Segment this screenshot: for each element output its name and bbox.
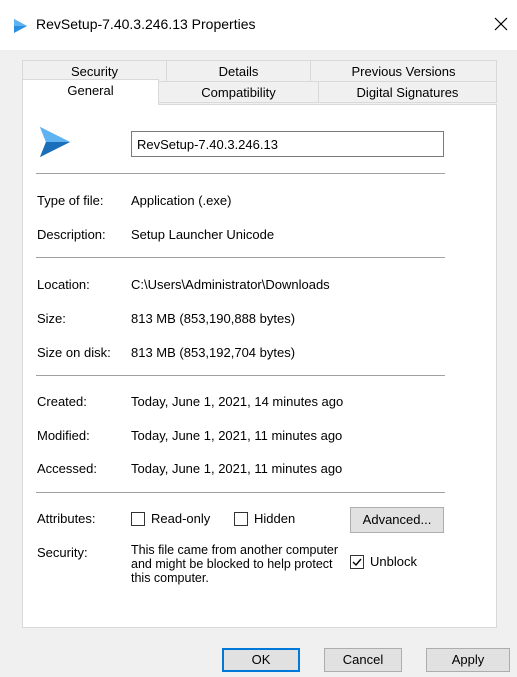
checkmark-icon — [352, 558, 362, 567]
type-of-file-label: Type of file: — [37, 193, 104, 208]
advanced-button[interactable]: Advanced... — [350, 507, 444, 533]
size-value: 813 MB (853,190,888 bytes) — [131, 311, 296, 326]
ok-button[interactable]: OK — [222, 648, 300, 672]
modified-value: Today, June 1, 2021, 11 minutes ago — [131, 428, 343, 443]
tab-general[interactable]: General — [22, 79, 159, 105]
unblock-label[interactable]: Unblock — [370, 554, 417, 569]
separator — [36, 375, 445, 376]
apply-button[interactable]: Apply — [426, 648, 510, 672]
type-of-file-value: Application (.exe) — [131, 193, 232, 208]
separator — [36, 257, 445, 258]
size-label: Size: — [37, 311, 66, 326]
created-label: Created: — [37, 394, 87, 409]
close-button[interactable] — [490, 12, 512, 36]
app-title-icon — [12, 18, 28, 34]
hidden-checkbox[interactable] — [234, 512, 248, 526]
tab-digital-signatures[interactable]: Digital Signatures — [318, 81, 497, 103]
tab-details[interactable]: Details — [166, 60, 311, 82]
readonly-checkbox[interactable] — [131, 512, 145, 526]
unblock-checkbox[interactable] — [350, 555, 364, 569]
file-name-field[interactable] — [131, 131, 444, 157]
description-label: Description: — [37, 227, 106, 242]
tab-compatibility[interactable]: Compatibility — [158, 81, 319, 103]
size-on-disk-label: Size on disk: — [37, 345, 111, 360]
hidden-label[interactable]: Hidden — [254, 511, 295, 526]
title-bar[interactable]: RevSetup-7.40.3.246.13 Properties — [0, 0, 517, 50]
app-file-icon — [37, 124, 73, 160]
cancel-button[interactable]: Cancel — [324, 648, 402, 672]
window-title: RevSetup-7.40.3.246.13 Properties — [36, 16, 256, 32]
security-label: Security: — [37, 545, 88, 560]
description-value: Setup Launcher Unicode — [131, 227, 275, 242]
created-value: Today, June 1, 2021, 14 minutes ago — [131, 394, 344, 409]
modified-label: Modified: — [37, 428, 90, 443]
close-icon — [494, 17, 508, 31]
separator — [36, 173, 445, 174]
location-value: C:\Users\Administrator\Downloads — [131, 277, 330, 292]
attributes-label: Attributes: — [37, 511, 96, 526]
location-label: Location: — [37, 277, 90, 292]
properties-window: RevSetup-7.40.3.246.13 Properties Securi… — [0, 0, 517, 677]
accessed-value: Today, June 1, 2021, 11 minutes ago — [131, 461, 343, 476]
accessed-label: Accessed: — [37, 461, 97, 476]
size-on-disk-value: 813 MB (853,192,704 bytes) — [131, 345, 296, 360]
security-message: This file came from another computer and… — [131, 543, 339, 585]
tab-previous-versions[interactable]: Previous Versions — [310, 60, 497, 82]
readonly-label[interactable]: Read-only — [151, 511, 210, 526]
separator — [36, 492, 445, 493]
